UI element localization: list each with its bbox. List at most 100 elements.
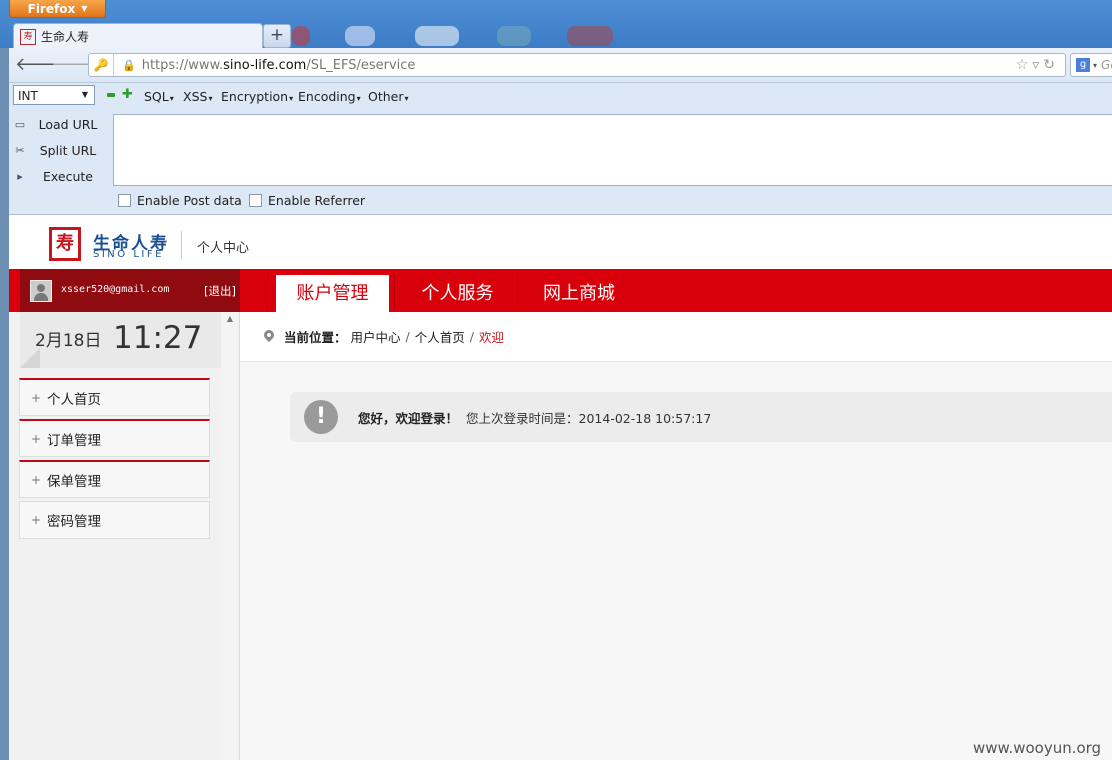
sidebar-item-orders[interactable]: + 订单管理: [19, 419, 210, 457]
firefox-menu-label: Firefox: [27, 1, 76, 16]
address-bar[interactable]: 🔑 🔒 https://www.sino-life.com/SL_EFS/ese…: [88, 53, 1066, 77]
enable-referrer-checkbox[interactable]: Enable Referrer: [249, 193, 365, 208]
logo-english-text: SINO LIFE: [93, 249, 164, 260]
plus-icon: +: [30, 390, 42, 405]
browser-tab[interactable]: 寿 生命人寿: [13, 23, 263, 49]
type-select[interactable]: INT ▼: [13, 85, 95, 105]
tab-online-mall[interactable]: 网上商城: [524, 275, 634, 312]
desktop-icon: [345, 26, 375, 46]
breadcrumb-label: 当前位置：: [284, 330, 347, 345]
new-tab-button[interactable]: +: [263, 24, 291, 48]
breadcrumb-separator: /: [469, 329, 474, 344]
forward-button[interactable]: 🡒: [51, 54, 99, 76]
header-divider: [181, 231, 182, 259]
sidebar-item-policies[interactable]: + 保单管理: [19, 460, 210, 498]
sidebar-item-label: 个人首页: [47, 391, 101, 408]
checkbox-label: Enable Referrer: [268, 193, 366, 208]
split-url-label: Split URL: [39, 142, 97, 158]
sidebar: 2月18日 11:27 ▲ + 个人首页 + 订单管理 + 保单管理 + 密码管理: [9, 312, 240, 760]
window-left-edge: [0, 48, 9, 760]
exclamation-icon: !: [304, 400, 338, 434]
execute-label: Execute: [43, 168, 93, 184]
watermark: www.wooyun.org: [973, 739, 1102, 757]
encryption-menu[interactable]: Encryption: [221, 89, 293, 104]
execute-button[interactable]: ▸ Execute: [9, 164, 109, 188]
google-icon: g: [1076, 58, 1090, 72]
search-box[interactable]: g ▾ Go: [1070, 53, 1112, 77]
desktop-icon: [415, 26, 459, 46]
tab-title: 生命人寿: [41, 30, 90, 44]
breadcrumb-user-center[interactable]: 用户中心: [351, 327, 401, 346]
breadcrumb-home[interactable]: 个人首页: [415, 327, 465, 346]
sidebar-item-password[interactable]: + 密码管理: [19, 501, 210, 539]
checkbox-box[interactable]: [249, 194, 262, 207]
play-icon: ▸: [17, 169, 23, 183]
web-page: 寿 生命人寿 SINO LIFE 个人中心 xsser520@gmail.com…: [9, 215, 1112, 760]
tab-divider: [394, 273, 395, 309]
sql-menu[interactable]: SQL: [144, 89, 174, 104]
back-button[interactable]: 🡐: [15, 54, 63, 76]
breadcrumb-separator: /: [405, 329, 410, 344]
breadcrumb-current: 欢迎: [478, 330, 504, 345]
corner-fold: [20, 348, 40, 368]
main-nav-bar: xsser520@gmail.com [退出] 账户管理 个人服务 网上商城: [9, 269, 1112, 312]
tab-account-management[interactable]: 账户管理: [276, 275, 389, 312]
user-email: xsser520@gmail.com: [61, 284, 170, 295]
sino-life-logo-icon[interactable]: 寿: [49, 227, 81, 261]
desktop-icon: [567, 26, 613, 46]
scroll-up-arrow-icon[interactable]: ▲: [222, 314, 238, 323]
scrollbar[interactable]: [222, 312, 238, 760]
desktop-icon: [292, 26, 310, 46]
bookmark-star-icon[interactable]: ☆▿↻: [1016, 57, 1059, 73]
current-date: 2月18日: [35, 331, 102, 351]
hackbar-toolbar: INT ▼ ✚ SQL XSS Encryption Encoding Othe…: [9, 83, 1112, 215]
location-pin-icon: [264, 330, 274, 344]
plus-icon: +: [30, 431, 42, 446]
type-select-value: INT: [18, 89, 38, 103]
plus-icon: +: [269, 25, 285, 45]
desktop-icon: [497, 26, 531, 46]
scissors-icon: ✂: [15, 143, 25, 157]
xss-menu[interactable]: XSS: [183, 89, 212, 104]
load-url-button[interactable]: ▭ Load URL: [9, 112, 109, 136]
key-icon[interactable]: 🔑: [89, 54, 114, 76]
date-time-widget: 2月18日 11:27: [20, 312, 221, 368]
url-prefix: https://www.: [141, 57, 224, 73]
chevron-down-icon: ▾: [1093, 60, 1098, 70]
site-subtitle: 个人中心: [197, 241, 250, 256]
plus-icon: +: [30, 513, 42, 527]
sidebar-item-label: 订单管理: [47, 432, 101, 449]
user-panel: xsser520@gmail.com [退出]: [20, 269, 240, 312]
url-text[interactable]: https://www.sino-life.com/SL_EFS/eservic…: [142, 58, 1016, 73]
minus-icon[interactable]: [107, 93, 115, 97]
plus-icon: +: [30, 472, 42, 487]
load-url-icon: ▭: [14, 117, 26, 131]
checkbox-box[interactable]: [118, 194, 131, 207]
breadcrumb: 当前位置： 用户中心 / 个人首页 / 欢迎: [264, 327, 504, 346]
other-menu[interactable]: Other: [368, 89, 409, 104]
sidebar-item-home[interactable]: + 个人首页: [19, 378, 210, 416]
chevron-down-icon: ▼: [81, 90, 89, 99]
encoding-menu[interactable]: Encoding: [298, 89, 361, 104]
search-placeholder: Go: [1101, 58, 1112, 72]
firefox-menu-button[interactable]: Firefox ▼: [9, 0, 106, 18]
sidebar-item-label: 密码管理: [47, 514, 101, 530]
tab-divider: [517, 273, 518, 309]
checkbox-label: Enable Post data: [137, 193, 242, 208]
navigation-toolbar: 🡐 🡒 🔑 🔒 https://www.sino-life.com/SL_EFS…: [9, 48, 1112, 83]
current-time: 11:27: [113, 320, 203, 356]
split-url-button[interactable]: ✂ Split URL: [9, 138, 109, 162]
welcome-notice: ! 您好，欢迎登录！ 您上次登录时间是：2014-02-18 10:57:17: [290, 392, 1112, 442]
url-domain: sino-life.com: [223, 57, 307, 73]
tab-personal-services[interactable]: 个人服务: [401, 275, 514, 312]
enable-post-data-checkbox[interactable]: Enable Post data: [118, 193, 242, 208]
plus-icon[interactable]: ✚: [122, 87, 133, 102]
url-textarea[interactable]: [113, 114, 1112, 186]
load-url-label: Load URL: [38, 116, 98, 132]
welcome-greeting: 您好，欢迎登录！: [358, 410, 459, 426]
url-path: /SL_EFS/eservice: [306, 57, 416, 73]
site-header: 寿 生命人寿 SINO LIFE 个人中心: [9, 215, 1112, 269]
avatar: [30, 280, 52, 302]
logout-link[interactable]: [退出]: [204, 283, 236, 299]
chevron-down-icon: ▼: [81, 4, 88, 13]
